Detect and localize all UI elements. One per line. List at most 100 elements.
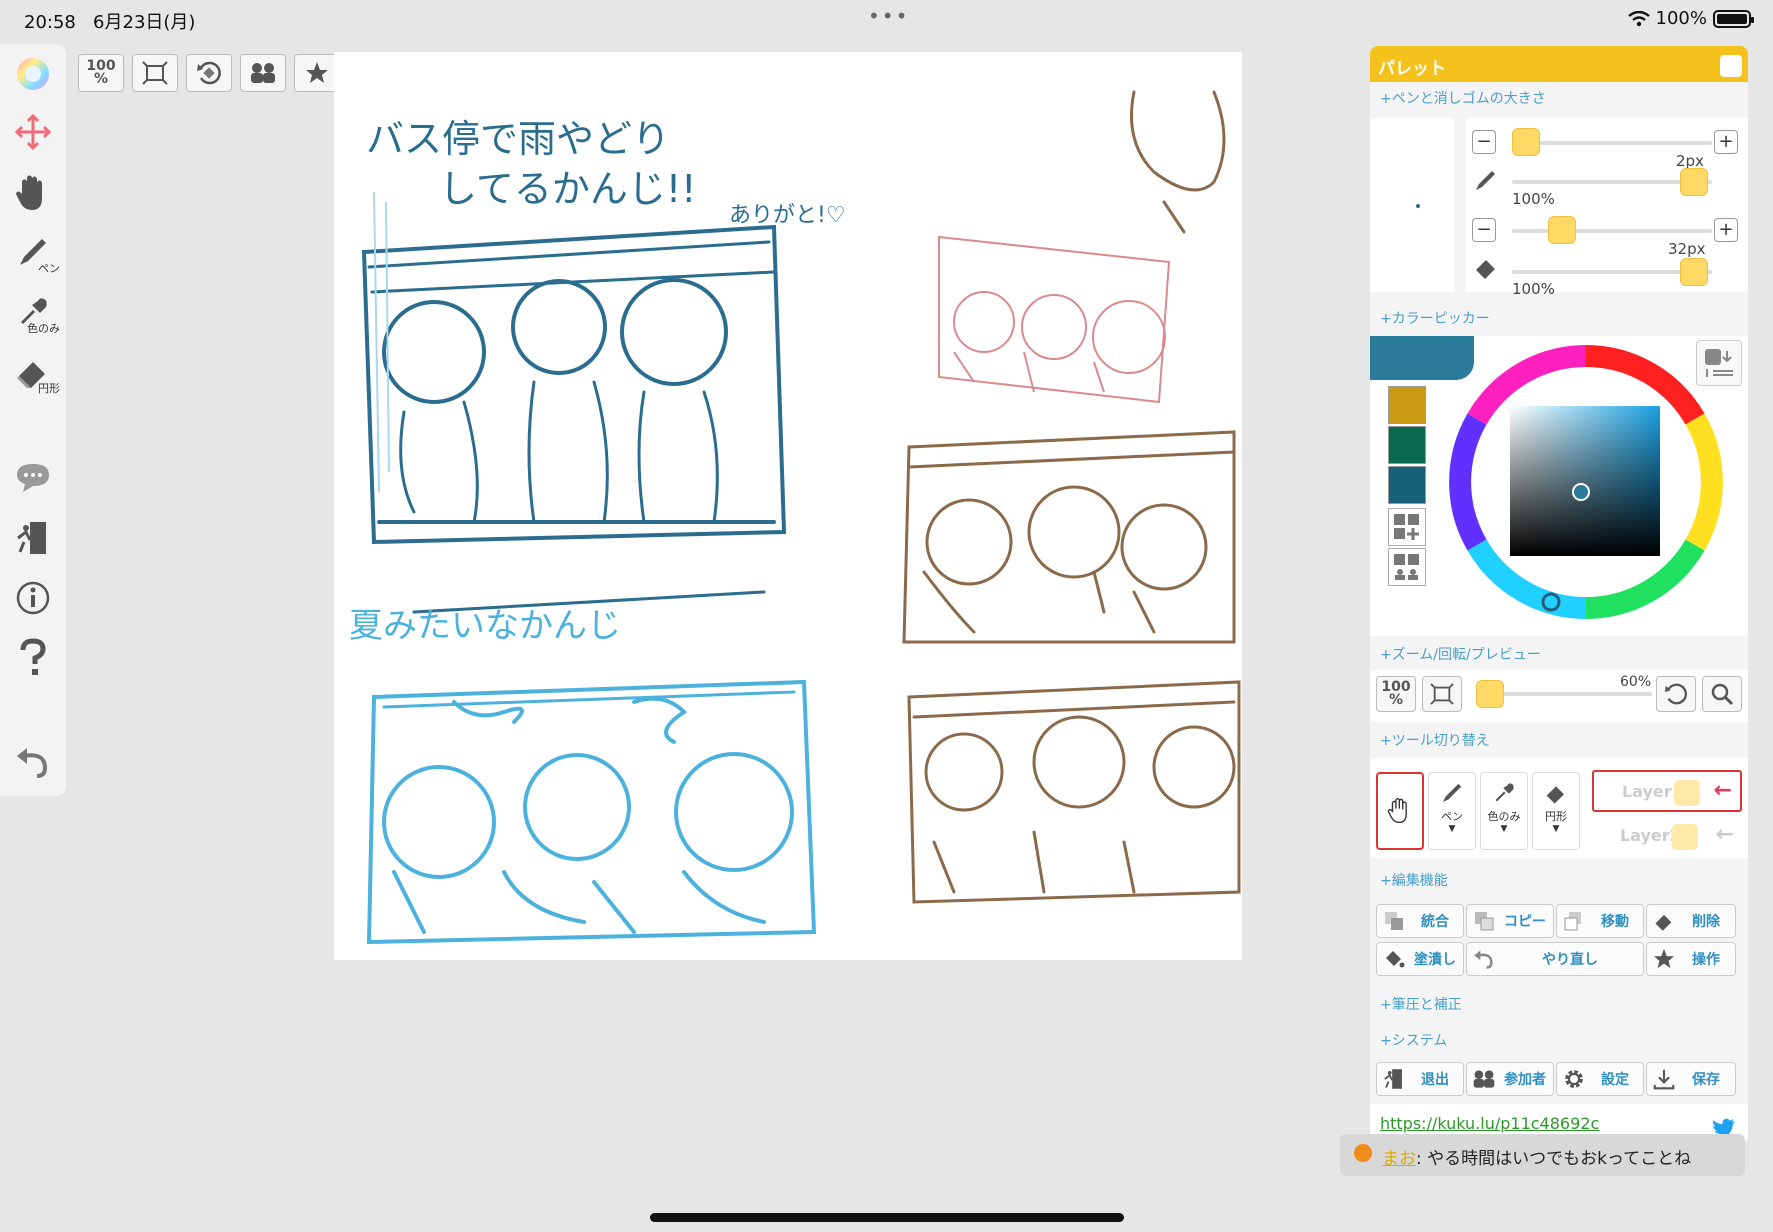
palette-fit-button[interactable] (1422, 676, 1462, 712)
palette-panel: パレット +ペンと消しゴムの大きさ − + 2px 100% − + 32px … (1370, 46, 1748, 1144)
pen-opacity-knob[interactable] (1680, 168, 1708, 196)
switch-hand-icon (1387, 798, 1407, 824)
layer1-selector[interactable]: Layer1 ← (1592, 770, 1742, 812)
eraser-size-minus-button[interactable]: − (1472, 218, 1496, 242)
section-system[interactable]: +システム (1370, 1024, 1457, 1056)
system-settings-button[interactable]: 設定 (1556, 1062, 1644, 1096)
section-edit[interactable]: +編集機能 (1370, 864, 1458, 896)
status-bar: 20:58 6月23日(月) ••• 100% (0, 0, 1773, 38)
shared-swatch-button[interactable] (1388, 548, 1426, 586)
color-wheel[interactable] (1446, 342, 1726, 622)
switch-eyedropper-tool[interactable]: 色のみ ▼ (1480, 772, 1528, 850)
operate-button[interactable]: 操作 (1646, 942, 1736, 976)
pen-size-slider[interactable] (1512, 141, 1712, 145)
battery-percent: 100% (1655, 8, 1707, 29)
info-button[interactable] (0, 570, 66, 626)
eraser-size-knob[interactable] (1548, 216, 1576, 244)
color-swatch-3[interactable] (1388, 466, 1426, 504)
fit-screen-button[interactable] (132, 54, 178, 92)
pen-tool-button[interactable]: ペン (0, 224, 66, 280)
palette-collapse-checkbox[interactable] (1720, 55, 1742, 77)
multitasking-dots[interactable]: ••• (868, 4, 909, 28)
canvas-text-1c: ありがと!♡ (729, 203, 846, 228)
star-icon (306, 62, 328, 83)
move-layer-button[interactable]: 移動 (1556, 904, 1644, 938)
system-save-button[interactable]: 保存 (1646, 1062, 1736, 1096)
eraser-opacity-value: 100% (1512, 280, 1555, 298)
pen-size-plus-button[interactable]: + (1714, 130, 1738, 154)
merge-icon (1381, 908, 1407, 934)
pen-opacity-icon (1476, 171, 1495, 190)
color-picker-area (1370, 336, 1748, 636)
hand-icon (16, 175, 42, 210)
palette-fit-icon (1430, 683, 1454, 705)
exit-door-icon (17, 522, 46, 554)
preview-value: 60% (1620, 674, 1652, 690)
palette-zoom-100-button[interactable]: 100% (1376, 676, 1416, 712)
palette-rotate-button[interactable] (1656, 676, 1696, 712)
rotate-button[interactable] (186, 54, 232, 92)
drawing-canvas[interactable]: バス停で雨やどり してるかんじ!! ありがと!♡ 夏みたいなかんじ (334, 52, 1242, 960)
switch-pen-icon (1442, 783, 1462, 803)
merge-button[interactable]: 統合 (1376, 904, 1464, 938)
copy-button[interactable]: コピー (1466, 904, 1554, 938)
members-button[interactable] (240, 54, 286, 92)
fill-button[interactable]: 塗潰し (1376, 942, 1464, 976)
add-swatch-button[interactable] (1388, 508, 1426, 546)
hand-tool-button[interactable] (0, 164, 66, 220)
redo-button[interactable]: やり直し (1466, 942, 1644, 976)
eraser-tool-button[interactable]: 円形 (0, 344, 66, 400)
participants-button[interactable]: 参加者 (1466, 1062, 1554, 1096)
eraser-size-slider[interactable] (1512, 229, 1712, 233)
chat-user-name[interactable]: まお (1382, 1149, 1416, 1169)
share-url-link[interactable]: https://kuku.lu/p11c48692c (1380, 1114, 1599, 1133)
brush-preview (1370, 118, 1454, 292)
color-swatch-2[interactable] (1388, 426, 1426, 464)
size-controls: − + 2px 100% − + 32px 100% (1370, 118, 1748, 298)
home-indicator[interactable] (650, 1213, 1124, 1222)
palette-title: パレット (1378, 59, 1446, 79)
eyedropper-tool-button[interactable]: 色のみ (0, 284, 66, 340)
switch-hand-tool[interactable] (1376, 772, 1424, 850)
palette-search-button[interactable] (1702, 676, 1742, 712)
color-wheel-button[interactable] (0, 46, 66, 102)
system-download-icon (1651, 1066, 1677, 1092)
color-history-button[interactable] (1696, 340, 1742, 386)
fill-bucket-icon (1381, 946, 1407, 972)
system-gear-icon (1561, 1066, 1587, 1092)
zoom-100-button[interactable]: 100% (78, 54, 124, 92)
exit-button[interactable] (0, 510, 66, 566)
fit-frame-icon (142, 61, 168, 85)
pen-size-minus-button[interactable]: − (1472, 130, 1496, 154)
redo-undo-icon (1471, 946, 1497, 972)
question-mark-icon (20, 638, 46, 675)
undo-button[interactable] (0, 734, 66, 790)
switch-pen-tool[interactable]: ペン ▼ (1428, 772, 1476, 850)
help-button[interactable] (0, 630, 66, 686)
undo-icon (17, 748, 48, 778)
section-zoom[interactable]: +ズーム/回転/プレビュー (1370, 638, 1551, 670)
switch-eraser-label: 円形 (1545, 810, 1567, 823)
layer2-selector[interactable]: Layer2 ← (1592, 816, 1742, 858)
layer2-arrow-icon[interactable]: ← (1716, 822, 1734, 847)
delete-button[interactable]: 削除 (1646, 904, 1736, 938)
section-pressure[interactable]: +筆圧と補正 (1370, 988, 1472, 1020)
rotate-icon (197, 61, 221, 85)
chat-button[interactable] (0, 450, 66, 506)
pen-tool-label: ペン (38, 262, 60, 275)
layer2-opacity-knob[interactable] (1672, 824, 1698, 850)
layer1-opacity-knob[interactable] (1674, 780, 1700, 806)
eraser-size-plus-button[interactable]: + (1714, 218, 1738, 242)
color-swatch-1[interactable] (1388, 386, 1426, 424)
eraser-opacity-icon (1476, 260, 1495, 279)
move-button[interactable] (0, 104, 66, 160)
section-color-picker[interactable]: +カラーピッカー (1370, 302, 1500, 334)
section-tool-switch[interactable]: +ツール切り替え (1370, 724, 1500, 756)
section-pen-size[interactable]: +ペンと消しゴムの大きさ (1370, 82, 1748, 114)
pen-size-knob[interactable] (1512, 128, 1540, 156)
eraser-opacity-knob[interactable] (1680, 258, 1708, 286)
switch-eraser-tool[interactable]: 円形 ▼ (1532, 772, 1580, 850)
exit-room-button[interactable]: 退出 (1376, 1062, 1464, 1096)
preview-knob[interactable] (1476, 680, 1504, 708)
color-sv-cursor[interactable] (1572, 483, 1590, 501)
